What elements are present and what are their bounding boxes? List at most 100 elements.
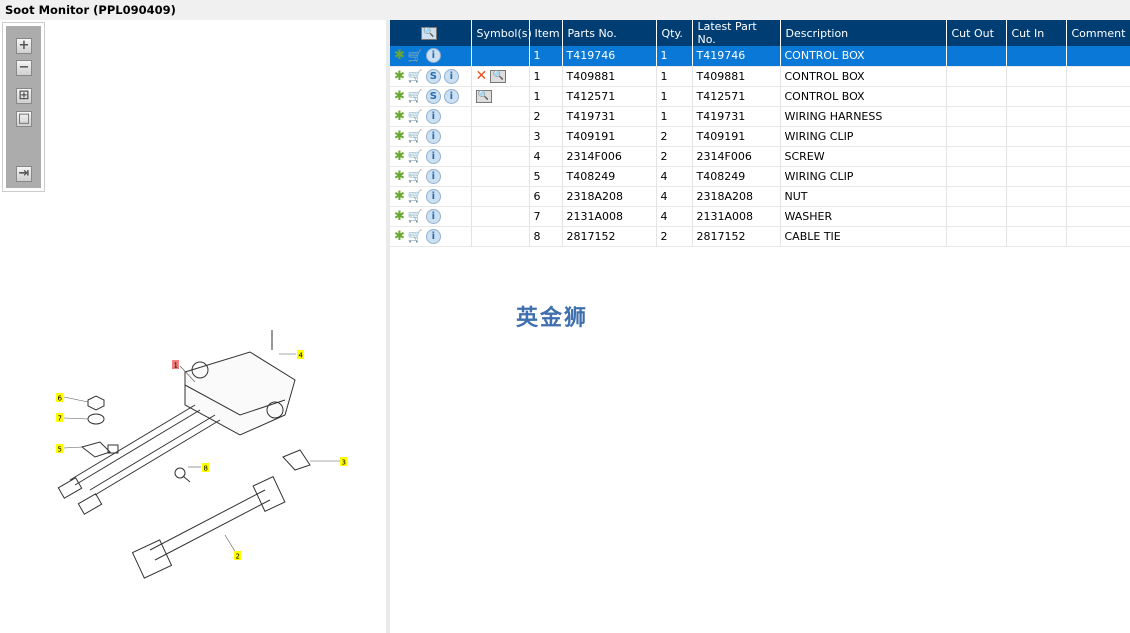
callout-6[interactable]: 6 — [58, 395, 63, 403]
cart-icon[interactable]: 🛒 — [408, 129, 423, 143]
part-no-cell: T408249 — [562, 166, 657, 187]
cart-icon[interactable]: 🛒 — [408, 89, 423, 103]
part-no-cell: 2314F006 — [562, 146, 657, 167]
gear-icon[interactable]: ✱ — [394, 109, 405, 124]
symbols-cell: ✕ 🔍 — [471, 66, 530, 87]
info-icon[interactable]: i — [443, 88, 459, 104]
part-no-cell: T412571 — [562, 86, 657, 107]
item-cell: 8 — [529, 226, 563, 247]
latest-part-cell: T409191 — [692, 126, 781, 147]
supersession-icon[interactable]: S — [425, 88, 441, 104]
gear-icon[interactable]: ✱ — [394, 169, 405, 184]
qty-cell: 2 — [656, 146, 693, 167]
cart-icon[interactable]: 🛒 — [408, 229, 423, 243]
description-cell: NUT — [780, 186, 947, 207]
info-icon[interactable]: i — [425, 168, 441, 184]
table-row[interactable]: ✱ 🛒 i 4 2314F006 2 2314F006 SCREW — [390, 146, 1130, 167]
callout-3[interactable]: 3 — [342, 459, 346, 467]
column-parts-no[interactable]: Parts No. — [562, 20, 657, 46]
info-icon[interactable]: i — [425, 148, 441, 164]
info-icon[interactable]: i — [425, 48, 441, 64]
table-row[interactable]: ✱ 🛒 Si 🔍 1 T412571 1 T412571 CONTROL BOX — [390, 86, 1130, 107]
gear-icon[interactable]: ✱ — [394, 48, 405, 63]
column-cut-out[interactable]: Cut Out — [946, 20, 1007, 46]
column-description[interactable]: Description — [780, 20, 947, 46]
table-row[interactable]: ✱ 🛒 i 2 T419731 1 T419731 WIRING HARNESS — [390, 106, 1130, 127]
info-icon[interactable]: i — [425, 128, 441, 144]
qty-cell: 2 — [656, 226, 693, 247]
column-symbols[interactable]: Symbol(s) — [471, 20, 532, 46]
latest-part-cell: T419731 — [692, 106, 781, 127]
cart-icon[interactable]: 🛒 — [408, 209, 423, 223]
gear-icon[interactable]: ✱ — [394, 189, 405, 204]
cart-icon[interactable]: 🛒 — [408, 169, 423, 183]
column-cut-in[interactable]: Cut In — [1006, 20, 1067, 46]
gear-icon[interactable]: ✱ — [394, 149, 405, 164]
callout-1[interactable]: 1 — [174, 362, 178, 370]
cart-icon[interactable]: 🛒 — [408, 109, 423, 123]
symbols-cell — [471, 186, 530, 207]
cut-in-cell — [1006, 46, 1067, 67]
info-icon[interactable]: i — [425, 188, 441, 204]
column-comment[interactable]: Comment — [1066, 20, 1130, 46]
row-actions: ✱ 🛒 i — [390, 206, 472, 227]
info-icon[interactable]: i — [425, 208, 441, 224]
column-latest-part-no[interactable]: Latest Part No. — [692, 20, 781, 46]
cart-icon[interactable]: 🛒 — [408, 189, 423, 203]
comment-cell — [1066, 46, 1130, 67]
gear-icon[interactable]: ✱ — [394, 69, 405, 84]
gear-icon[interactable]: ✱ — [394, 89, 405, 104]
qty-cell: 1 — [656, 46, 693, 67]
qty-cell: 1 — [656, 66, 693, 87]
description-cell: CONTROL BOX — [780, 86, 947, 107]
gear-icon[interactable]: ✱ — [394, 209, 405, 224]
part-no-cell: T409191 — [562, 126, 657, 147]
qty-cell: 1 — [656, 106, 693, 127]
table-row[interactable]: ✱ 🛒 i 5 T408249 4 T408249 WIRING CLIP — [390, 166, 1130, 187]
callout-7[interactable]: 7 — [58, 415, 62, 423]
column-item[interactable]: Item — [529, 20, 563, 46]
item-cell: 5 — [529, 166, 563, 187]
table-row[interactable]: ✱ 🛒 Si ✕ 🔍 1 T409881 1 T409881 CONTROL BOX — [390, 66, 1130, 87]
description-cell: CONTROL BOX — [780, 46, 947, 67]
table-row[interactable]: ✱ 🛒 i 3 T409191 2 T409191 WIRING CLIP — [390, 126, 1130, 147]
comment-cell — [1066, 206, 1130, 227]
callout-2[interactable]: 2 — [236, 553, 240, 561]
info-icon[interactable]: i — [443, 68, 459, 84]
gear-icon[interactable]: ✱ — [394, 229, 405, 244]
callout-5[interactable]: 5 — [58, 446, 62, 454]
latest-part-cell: 2318A208 — [692, 186, 781, 207]
description-cell: CONTROL BOX — [780, 66, 947, 87]
description-cell: WIRING CLIP — [780, 166, 947, 187]
cart-icon[interactable]: 🛒 — [408, 69, 423, 83]
row-actions: ✱ 🛒 Si — [390, 86, 472, 107]
cut-out-cell — [946, 186, 1007, 207]
callout-4[interactable]: 4 — [299, 352, 304, 360]
table-row[interactable]: ✱ 🛒 i 7 2131A008 4 2131A008 WASHER — [390, 206, 1130, 227]
cut-out-cell — [946, 106, 1007, 127]
table-row[interactable]: ✱ 🛒 i 1 T419746 1 T419746 CONTROL BOX — [390, 46, 1130, 67]
cut-in-cell — [1006, 66, 1067, 87]
gear-icon[interactable]: ✱ — [394, 129, 405, 144]
window-title: Soot Monitor (PPL090409) — [0, 0, 1130, 20]
part-no-cell: T409881 — [562, 66, 657, 87]
cart-icon[interactable]: 🛒 — [408, 49, 423, 63]
latest-part-cell: T419746 — [692, 46, 781, 67]
table-row[interactable]: ✱ 🛒 i 6 2318A208 4 2318A208 NUT — [390, 186, 1130, 207]
description-cell: CABLE TIE — [780, 226, 947, 247]
comment-cell — [1066, 66, 1130, 87]
cut-out-cell — [946, 86, 1007, 107]
info-icon[interactable]: i — [425, 228, 441, 244]
cart-icon[interactable]: 🛒 — [408, 149, 423, 163]
symbols-cell: 🔍 — [471, 86, 530, 107]
book-magnifier-icon[interactable]: 🔍 — [475, 89, 492, 103]
callout-8[interactable]: 8 — [204, 465, 208, 473]
book-magnifier-icon[interactable]: 🔍 — [490, 69, 507, 83]
item-cell: 7 — [529, 206, 563, 227]
preview-column-header[interactable]: 🔍 — [390, 20, 472, 46]
part-no-cell: T419746 — [562, 46, 657, 67]
supersession-icon[interactable]: S — [425, 68, 441, 84]
column-qty[interactable]: Qty. — [656, 20, 693, 46]
table-row[interactable]: ✱ 🛒 i 8 2817152 2 2817152 CABLE TIE — [390, 226, 1130, 247]
info-icon[interactable]: i — [425, 108, 441, 124]
